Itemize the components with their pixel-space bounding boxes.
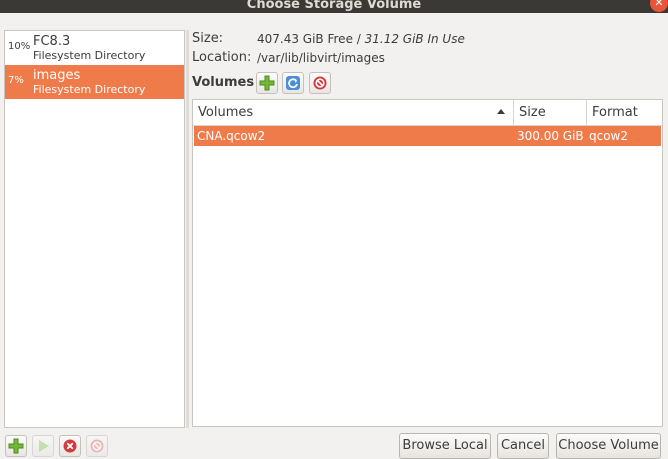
size-label: Size: (192, 31, 224, 46)
column-header-volumes[interactable]: Volumes (193, 100, 513, 125)
play-icon (39, 440, 49, 452)
add-icon (259, 75, 275, 91)
delete-icon (313, 76, 327, 90)
delete-icon (90, 439, 104, 453)
browse-local-button[interactable]: Browse Local (399, 433, 491, 459)
pool-item-images[interactable]: 7% images Filesystem Directory (5, 65, 184, 99)
start-pool-button[interactable] (32, 435, 54, 457)
storage-pool-list: 10% FC8.3 Filesystem Directory 7% images… (4, 30, 185, 428)
pool-name: images (33, 68, 81, 83)
window-titlebar: Choose Storage Volume ✕ (0, 0, 668, 13)
pool-usage: 7% (8, 75, 24, 86)
volume-name-cell: CNA.qcow2 (197, 129, 266, 143)
pool-in-use: 31.12 GiB In Use (364, 32, 465, 46)
stop-icon (63, 439, 77, 453)
volumes-label: Volumes (192, 75, 255, 90)
volume-size-cell: 300.00 GiB (517, 129, 584, 143)
stop-pool-button[interactable] (59, 435, 81, 457)
add-volume-button[interactable] (256, 72, 278, 94)
add-icon (8, 438, 24, 454)
choose-volume-button[interactable]: Choose Volume (556, 433, 661, 459)
window-title: Choose Storage Volume (246, 0, 422, 12)
delete-volume-button[interactable] (309, 72, 331, 94)
volume-format-cell: qcow2 (589, 129, 629, 143)
refresh-icon (286, 76, 300, 90)
table-row[interactable]: CNA.qcow2 300.00 GiB qcow2 (194, 126, 661, 146)
pool-size-value: 407.43 GiB Free / 31.12 GiB In Use (257, 32, 465, 46)
pane-splitter[interactable] (186, 30, 189, 428)
sort-ascending-icon (497, 109, 505, 114)
pool-name: FC8.3 (33, 34, 71, 49)
close-icon[interactable]: ✕ (650, 0, 668, 12)
pool-usage: 10% (8, 41, 31, 52)
pool-free: 407.43 GiB Free (257, 32, 353, 46)
pool-type: Filesystem Directory (33, 83, 146, 96)
volume-table-header: Volumes Size Format (193, 100, 662, 126)
column-header-size[interactable]: Size (513, 100, 586, 125)
pool-item-fc83[interactable]: 10% FC8.3 Filesystem Directory (5, 31, 184, 65)
delete-pool-button[interactable] (86, 435, 108, 457)
pool-type: Filesystem Directory (33, 49, 146, 62)
column-header-format[interactable]: Format (586, 100, 662, 125)
refresh-volumes-button[interactable] (282, 72, 304, 94)
volume-table: Volumes Size Format CNA.qcow2 300.00 GiB… (192, 99, 663, 427)
location-label: Location: (192, 50, 252, 65)
cancel-button[interactable]: Cancel (497, 433, 549, 459)
pool-location: /var/lib/libvirt/images (257, 51, 385, 65)
add-pool-button[interactable] (5, 435, 27, 457)
